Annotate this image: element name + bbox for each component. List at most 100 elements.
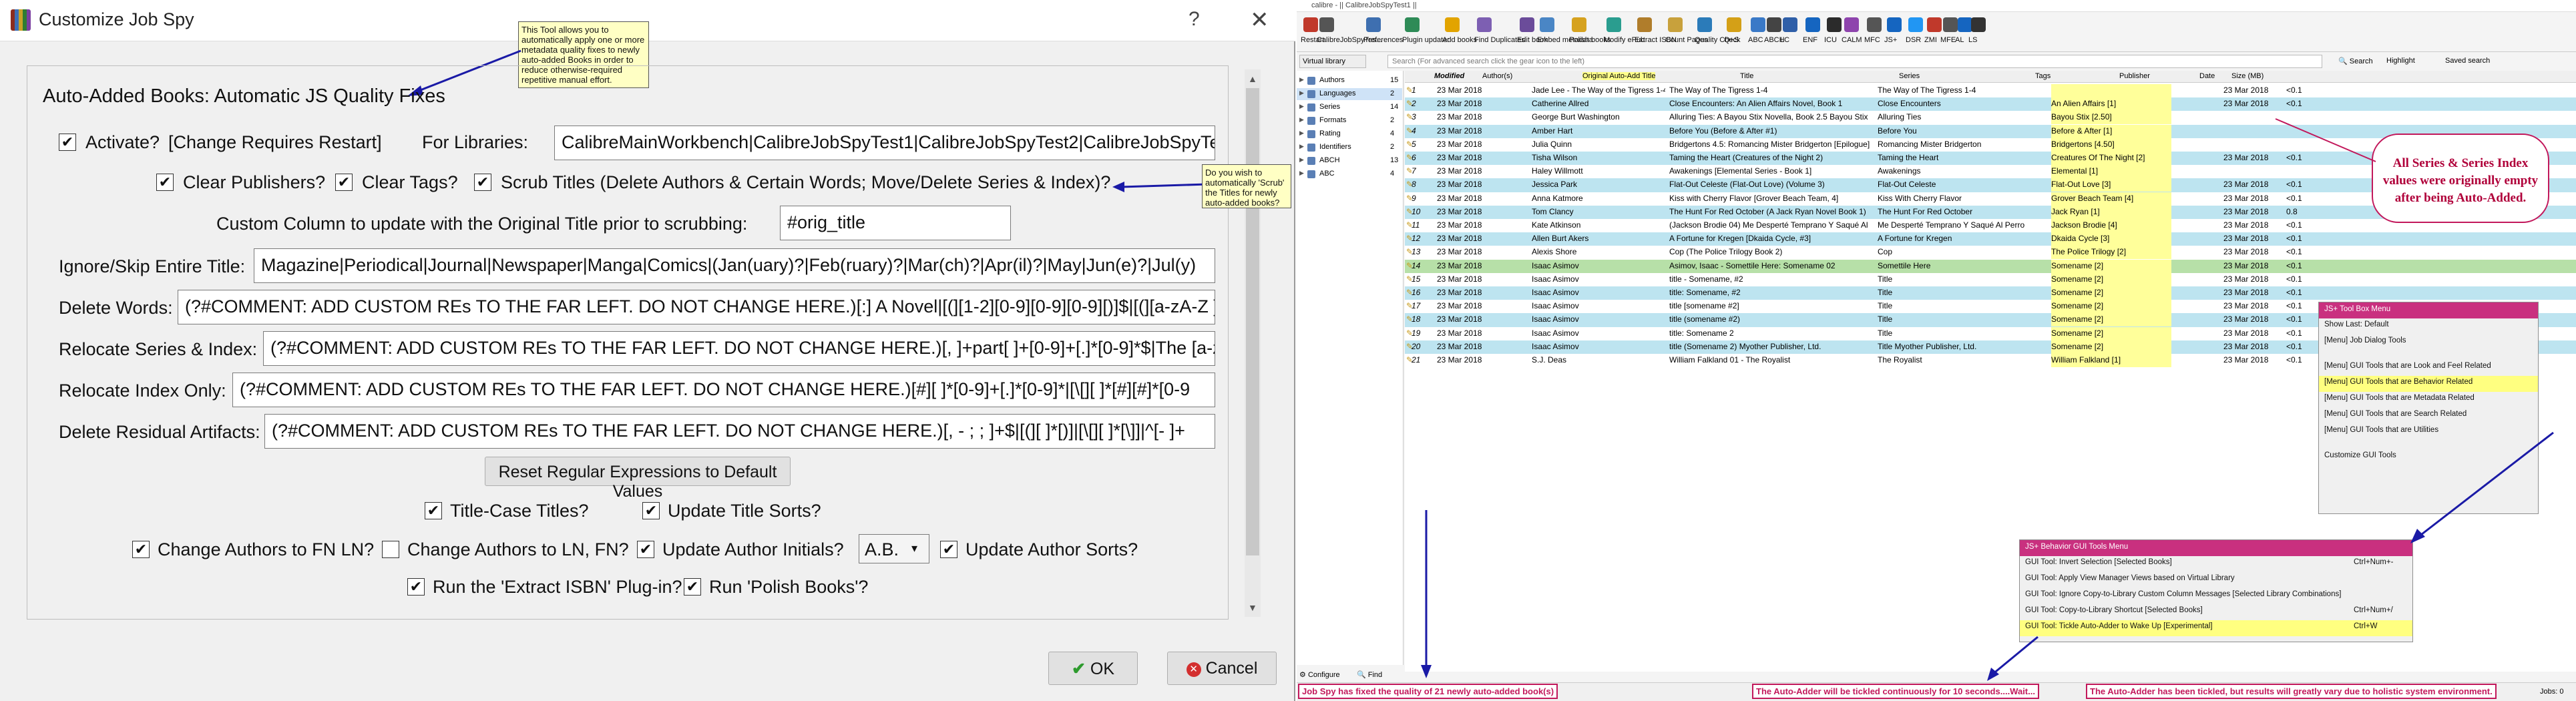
toolbar-button-24[interactable]: MFE (1940, 36, 1956, 44)
table-row[interactable]: 14 ✎ 23 Mar 2018 Isaac Asimov Asimov, Isaac … (1405, 259, 2576, 273)
menu-item[interactable]: GUI Tool: Ignore Copy-to-Library Custom … (2020, 588, 2412, 604)
tree-item[interactable]: ▶ Formats 2 (1297, 115, 1402, 127)
expand-arrow-icon[interactable]: ▶ (1299, 156, 1304, 164)
edit-icon: ✎ (1406, 220, 1412, 230)
toolbar-button-19[interactable]: CALM (1842, 36, 1862, 44)
column-header[interactable]: Size (MB) (2231, 72, 2264, 80)
jobs-indicator[interactable]: Jobs: 0 (2540, 688, 2563, 696)
ignore-input[interactable]: Magazine|Periodical|Journal|Newspaper|Ma… (254, 248, 1215, 283)
custom-column-input[interactable]: #orig_title (780, 206, 1011, 240)
change-ln-fn-checkbox[interactable] (382, 541, 399, 558)
toolbar-button-14[interactable]: ABC (1748, 36, 1763, 44)
menu-item[interactable]: [Menu] Job Dialog Tools (2319, 334, 2538, 350)
menu-item[interactable]: [Menu] GUI Tools that are Look and Feel … (2319, 360, 2538, 376)
column-header[interactable]: Modified (1434, 72, 1464, 80)
relocate-series-input[interactable]: (?#COMMENT: ADD CUSTOM REs TO THE FAR LE… (263, 331, 1215, 366)
search-button[interactable]: 🔍 Search (2338, 57, 2373, 65)
toolbar-button-21[interactable]: JS+ (1884, 36, 1897, 44)
tree-item[interactable]: ▶ Series 14 (1297, 101, 1402, 113)
menu-item[interactable]: [Menu] GUI Tools that are Metadata Relat… (2319, 392, 2538, 408)
menu-item[interactable]: GUI Tool: Copy-to-Library Shortcut [Sele… (2020, 604, 2412, 620)
search-input[interactable]: Search (For advanced search click the ge… (1387, 55, 2322, 68)
expand-arrow-icon[interactable]: ▶ (1299, 130, 1304, 137)
update-author-sorts-checkbox[interactable]: ✔ (940, 541, 957, 558)
scroll-down-icon[interactable]: ▼ (1248, 602, 1257, 613)
update-title-sorts-checkbox[interactable]: ✔ (642, 502, 660, 519)
expand-arrow-icon[interactable]: ▶ (1299, 103, 1304, 110)
toolbar-button-18[interactable]: ICU (1824, 36, 1837, 44)
toolbar-button-2[interactable]: Preferences (1363, 36, 1403, 44)
toolbar-button-4[interactable]: Add books (1442, 36, 1477, 44)
change-fn-ln-checkbox[interactable]: ✔ (132, 541, 150, 558)
delete-words-input[interactable]: (?#COMMENT: ADD CUSTOM REs TO THE FAR LE… (178, 290, 1215, 324)
column-header[interactable]: Title (1740, 72, 1753, 80)
toolbar-button-25[interactable]: AL (1955, 36, 1964, 44)
expand-arrow-icon[interactable]: ▶ (1299, 143, 1304, 150)
toolbar-22-icon (1908, 17, 1923, 32)
tree-item[interactable]: ▶ ABC 4 (1297, 168, 1402, 180)
table-row[interactable]: 3 ✎ 23 Mar 2018 George Burt Washington Allur… (1405, 111, 2576, 125)
toolbar-button-23[interactable]: ZMI (1924, 36, 1937, 44)
configure-button[interactable]: ⚙ Configure (1299, 670, 1340, 679)
toolbar-button-13[interactable]: Q+S (1724, 36, 1739, 44)
run-isbn-checkbox[interactable]: ✔ (407, 578, 425, 596)
activate-checkbox[interactable]: ✔ (59, 134, 76, 151)
expand-arrow-icon[interactable]: ▶ (1299, 170, 1304, 177)
expand-arrow-icon[interactable]: ▶ (1299, 76, 1304, 83)
relocate-index-input[interactable]: (?#COMMENT: ADD CUSTOM REs TO THE FAR LE… (232, 373, 1215, 407)
column-header[interactable]: Author(s) (1482, 72, 1512, 80)
help-button[interactable]: ? (1189, 8, 1200, 31)
menu-item[interactable]: [Menu] GUI Tools that are Search Related (2319, 408, 2538, 424)
run-polish-checkbox[interactable]: ✔ (684, 578, 701, 596)
cancel-button[interactable]: ✕ Cancel (1167, 652, 1277, 685)
scrub-titles-checkbox[interactable]: ✔ (474, 174, 491, 191)
table-row[interactable]: 12 ✎ 23 Mar 2018 Allen Burt Akers A Fortune … (1405, 232, 2576, 246)
toolbar-button-17[interactable]: ENF (1803, 36, 1817, 44)
update-initials-checkbox[interactable]: ✔ (637, 541, 654, 558)
reset-regex-button[interactable]: Reset Regular Expressions to Default Val… (485, 457, 791, 501)
clear-publishers-checkbox[interactable]: ✔ (156, 174, 174, 191)
highlight-toggle[interactable]: Highlight (2386, 57, 2415, 65)
tree-item[interactable]: ▶ Languages 2 (1297, 88, 1402, 100)
tree-item[interactable]: ▶ Identifiers 2 (1297, 142, 1402, 154)
column-header[interactable]: Original Auto-Add Title (1582, 72, 1656, 80)
scroll-up-icon[interactable]: ▲ (1248, 73, 1257, 84)
menu-item[interactable]: GUI Tool: Tickle Auto-Adder to Wake Up [… (2020, 620, 2412, 636)
expand-arrow-icon[interactable]: ▶ (1299, 89, 1304, 97)
delete-residual-input[interactable]: (?#COMMENT: ADD CUSTOM REs TO THE FAR LE… (264, 414, 1215, 449)
column-header[interactable]: Date (2199, 72, 2215, 80)
cell-author-s-: Haley Willmott (1532, 166, 1583, 176)
menu-item[interactable]: Show Last: Default (2319, 318, 2538, 334)
table-row[interactable]: 1 ✎ 23 Mar 2018 Jade Lee - The Way of the T… (1405, 84, 2576, 98)
virtual-library-button[interactable]: Virtual library (1299, 55, 1366, 68)
initials-format-select[interactable]: A.B. ▾ (859, 534, 929, 563)
column-header[interactable]: Tags (2035, 72, 2051, 80)
menu-item[interactable]: GUI Tool: Apply View Manager Views based… (2020, 572, 2412, 588)
table-row[interactable]: 15 ✎ 23 Mar 2018 Isaac Asimov title - Somena… (1405, 272, 2576, 286)
clear-tags-checkbox[interactable]: ✔ (335, 174, 353, 191)
title-case-checkbox[interactable]: ✔ (425, 502, 442, 519)
toolbar-button-22[interactable]: DSR (1906, 36, 1921, 44)
toolbar-button-16[interactable]: LC (1780, 36, 1789, 44)
scroll-thumb[interactable] (1246, 88, 1259, 555)
column-header[interactable]: Series (1899, 72, 1920, 80)
saved-search-button[interactable]: Saved search (2445, 57, 2490, 65)
scrollbar[interactable]: ▲ ▼ (1245, 69, 1261, 617)
close-button[interactable]: ✕ (1250, 7, 1269, 33)
table-row[interactable]: 13 ✎ 23 Mar 2018 Alexis Shore Cop (The Polic… (1405, 246, 2576, 260)
column-header[interactable]: Publisher (2119, 72, 2150, 80)
menu-item[interactable]: GUI Tool: Invert Selection [Selected Boo… (2020, 556, 2412, 572)
tree-item-label: Rating (1319, 130, 1341, 138)
tree-item[interactable]: ▶ ABCH 13 (1297, 155, 1402, 167)
tree-item[interactable]: ▶ Rating 4 (1297, 128, 1402, 140)
ok-button[interactable]: ✔ OK (1048, 652, 1138, 685)
menu-item[interactable]: [Menu] GUI Tools that are Behavior Relat… (2319, 376, 2538, 392)
expand-arrow-icon[interactable]: ▶ (1299, 116, 1304, 124)
toolbar-button-26[interactable]: LS (1968, 36, 1977, 44)
find-button[interactable]: 🔍 Find (1357, 670, 1382, 679)
toolbar-button-20[interactable]: MFC (1864, 36, 1880, 44)
tree-item[interactable]: ▶ Authors 15 (1297, 75, 1402, 87)
table-row[interactable]: 16 ✎ 23 Mar 2018 Isaac Asimov title: Somenam… (1405, 286, 2576, 300)
libraries-input[interactable]: CalibreMainWorkbench|CalibreJobSpyTest1|… (554, 126, 1215, 160)
table-row[interactable]: 2 ✎ 23 Mar 2018 Catherine Allred Close Encou… (1405, 97, 2576, 111)
